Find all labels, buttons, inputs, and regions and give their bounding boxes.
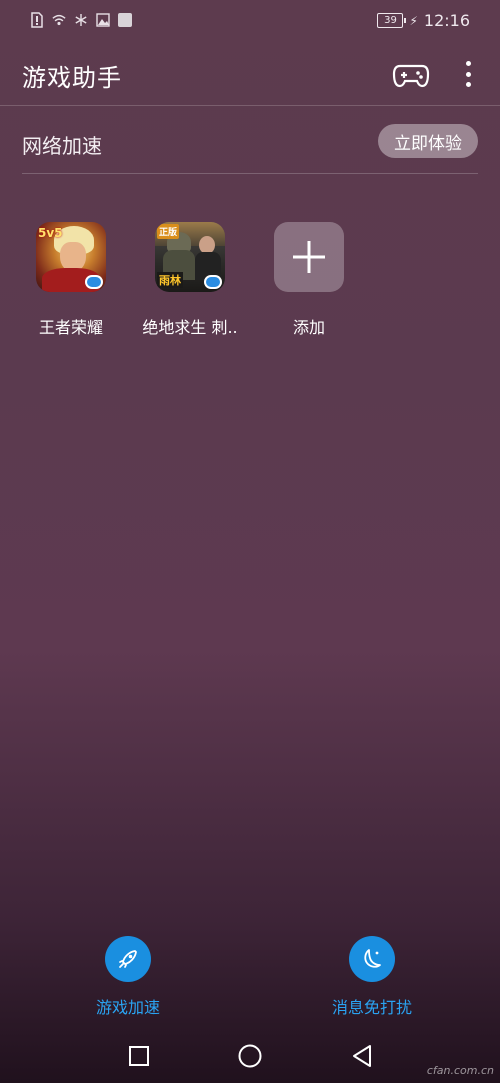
network-acceleration-label: 网络加速 [22,134,102,158]
game-list: 5v5 王者荣耀 正版 雨林 绝地求生 刺.. 添加 [0,222,500,342]
alert-sim-icon [30,12,44,28]
battery-icon: 39 [377,13,407,28]
watermark: cfan.com.cn [426,1064,494,1077]
tencent-logo-icon [204,275,222,289]
back-icon[interactable] [348,1042,376,1070]
try-now-button[interactable]: 立即体验 [378,124,478,158]
moon-icon [364,949,381,968]
game-icon-tag: 5v5 [38,226,63,240]
game-acceleration-action[interactable]: 游戏加速 [48,936,208,1018]
do-not-disturb-button[interactable] [349,936,395,982]
game-acceleration-button[interactable] [105,936,151,982]
game-item-wzry[interactable]: 5v5 王者荣耀 [12,222,130,338]
honor-of-kings-icon[interactable]: 5v5 [36,222,106,292]
home-icon[interactable] [236,1042,264,1070]
gamepad-icon[interactable] [392,60,430,90]
game-icon-tag: 正版 [157,224,180,239]
snowflake-icon [74,12,88,28]
game-name: 王者荣耀 [38,318,103,337]
status-time: 12:16 [423,11,470,30]
battery-level: 39 [384,15,397,26]
page-title: 游戏助手 [22,64,122,92]
add-game-item[interactable]: 添加 [250,222,368,338]
network-acceleration-row: 网络加速 立即体验 [0,120,500,166]
game-item-pubg[interactable]: 正版 雨林 绝地求生 刺.. [131,222,249,338]
status-bar: 39 ⚡ 12:16 [0,0,500,44]
divider [0,105,500,106]
gallery-icon [96,12,110,28]
pubg-mobile-icon[interactable]: 正版 雨林 [155,222,225,292]
navigation-bar: cfan.com.cn [0,1028,500,1083]
plus-icon [293,241,325,273]
recent-apps-icon[interactable] [125,1042,153,1070]
status-icons [30,12,132,28]
app-bar: 游戏助手 [0,44,500,106]
more-vert-icon[interactable] [458,58,478,90]
add-game-button[interactable] [274,222,344,292]
square-icon [118,13,132,27]
tencent-logo-icon [85,275,103,289]
wifi-icon [52,12,66,28]
divider [22,173,478,174]
game-name: 绝地求生 刺.. [142,318,238,337]
do-not-disturb-label: 消息免打扰 [331,998,412,1017]
charging-icon: ⚡ [409,13,418,28]
game-name: 添加 [292,318,325,337]
status-right: 39 ⚡ 12:16 [377,11,470,30]
game-icon-label: 雨林 [157,272,183,288]
rocket-icon [119,950,137,968]
game-acceleration-label: 游戏加速 [95,998,160,1017]
do-not-disturb-action[interactable]: 消息免打扰 [292,936,452,1018]
